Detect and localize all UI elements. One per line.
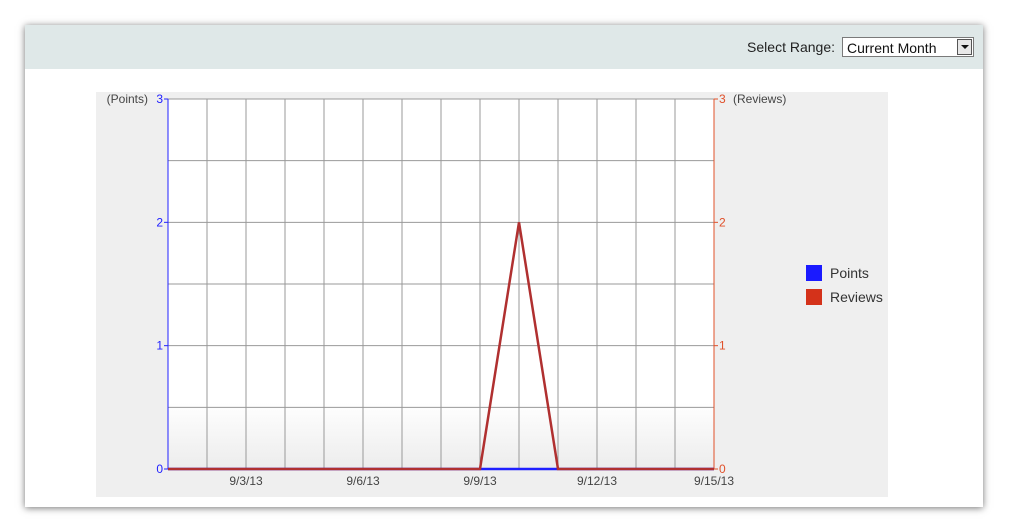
- x-axis-tick-label: 9/6/13: [346, 474, 380, 488]
- x-axis-tick-label: 9/3/13: [229, 474, 263, 488]
- right-axis-tick-label: 1: [719, 339, 726, 353]
- left-axis-tick-label: 3: [156, 92, 163, 106]
- left-axis-tick-label: 2: [156, 215, 163, 229]
- right-axis-title: (Reviews): [733, 92, 786, 106]
- left-axis-title: (Points): [107, 92, 148, 106]
- chart-panel: Select Range: Current Month 0 1 2 3 0 1 2 3 (Poi…: [25, 25, 983, 507]
- legend-swatch-points: [806, 265, 822, 281]
- x-axis-tick-label: 9/12/13: [577, 474, 617, 488]
- left-axis-tick-label: 1: [156, 339, 163, 353]
- legend-label-points: Points: [830, 265, 869, 281]
- x-axis-tick-label: 9/15/13: [694, 474, 734, 488]
- legend-label-reviews: Reviews: [830, 289, 883, 305]
- right-axis-tick-label: 2: [719, 215, 726, 229]
- right-axis-tick-label: 3: [719, 92, 726, 106]
- left-axis-tick-label: 0: [156, 462, 163, 476]
- x-axis-tick-label: 9/9/13: [463, 474, 497, 488]
- legend-swatch-reviews: [806, 289, 822, 305]
- points-reviews-chart: 01230123(Points) (Reviews)9/3/13 9/6/13 9/9…: [96, 92, 888, 497]
